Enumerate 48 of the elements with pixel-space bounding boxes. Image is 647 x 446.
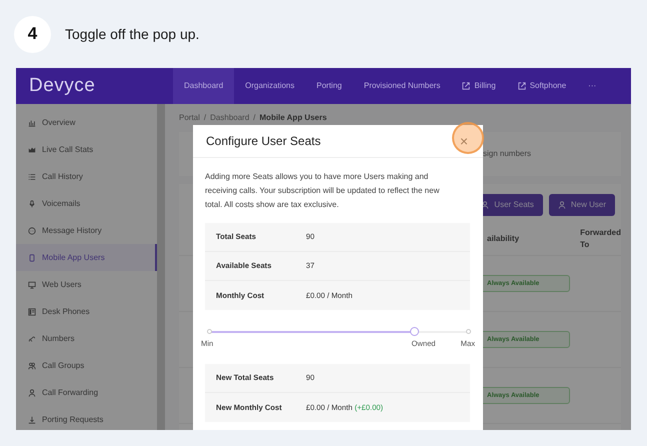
sidebar-item[interactable]: Voicemails <box>16 190 157 217</box>
list-icon <box>28 172 36 180</box>
nav-link[interactable]: Billing <box>451 68 507 104</box>
phone-icon <box>28 254 36 262</box>
app-logo[interactable]: Devyce <box>16 72 173 100</box>
info-text: sign numbers <box>483 148 532 160</box>
sidebar-item[interactable]: Call Groups <box>16 352 157 379</box>
sidebar-item[interactable]: Call History <box>16 163 157 190</box>
microphone-icon <box>28 200 36 208</box>
nav-link[interactable]: Organizations <box>234 68 306 104</box>
nav-link[interactable]: Dashboard <box>173 68 234 104</box>
nav-link[interactable]: Softphone <box>506 68 578 104</box>
breadcrumb-separator: / <box>204 112 206 124</box>
scrollbar[interactable] <box>157 104 165 430</box>
chart-icon <box>28 146 36 154</box>
dialog-description: Adding more Seats allows you to have more Users making and receiving calls. Your subscription will be updated to reflect the new total. All costs show are tax exclusive. <box>205 171 440 211</box>
column-header: ailability <box>487 232 520 244</box>
action-button[interactable]: New User <box>548 194 615 216</box>
current-page: Mobile App Users <box>260 112 327 124</box>
dialog-title: Configure User Seats <box>206 133 321 150</box>
breadcrumb-link[interactable]: Portal <box>179 112 200 124</box>
group-icon <box>28 362 36 370</box>
sidebar-item[interactable]: Porting Requests <box>16 406 157 430</box>
sidebar-item[interactable]: Message History <box>16 217 157 244</box>
chat-bubble-icon <box>28 226 36 234</box>
monitor-icon <box>28 280 36 288</box>
seat-slider[interactable] <box>209 326 469 338</box>
sidebar-item[interactable]: Live Call Stats <box>16 136 157 163</box>
column-header: Forwarded To <box>580 226 621 250</box>
sidebar-item[interactable]: Web Users <box>16 271 157 298</box>
breadcrumb-separator: / <box>253 112 256 124</box>
step-instruction: Toggle off the pop up. <box>65 24 200 44</box>
sidebar-item[interactable]: Call Forwarding <box>16 379 157 406</box>
sidebar-item[interactable]: Numbers <box>16 325 157 352</box>
sidebar-item[interactable]: Mobile App Users <box>16 244 157 271</box>
person-icon <box>558 201 566 209</box>
bar-chart-icon <box>28 118 36 126</box>
person-icon <box>28 388 36 396</box>
sidebar-item[interactable]: Overview <box>16 109 157 136</box>
download-icon <box>28 416 36 424</box>
nav-link[interactable]: Provisioned Numbers <box>352 68 452 104</box>
desk-phone-icon <box>28 308 36 316</box>
sidebar-item[interactable]: Desk Phones <box>16 298 157 325</box>
slider-thumb[interactable] <box>410 327 420 336</box>
more-menu[interactable]: ··· <box>577 68 608 104</box>
breadcrumb-link[interactable]: Dashboard <box>210 112 250 124</box>
step-number: 4 <box>14 16 51 52</box>
nav-link[interactable]: Porting <box>306 68 353 104</box>
